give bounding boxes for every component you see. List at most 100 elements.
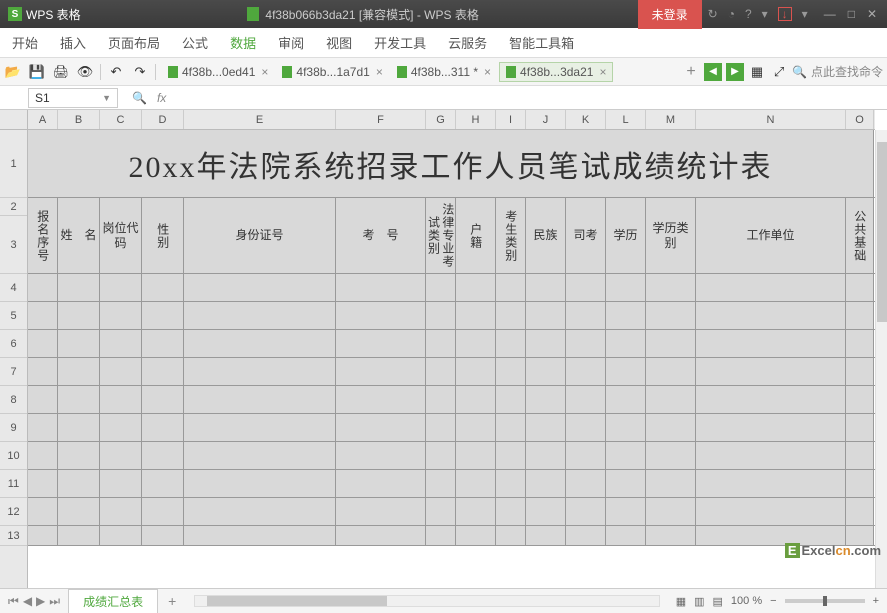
cell[interactable]: [526, 414, 566, 441]
row-header-13[interactable]: 13: [0, 526, 27, 546]
cell[interactable]: [526, 330, 566, 357]
header-cell[interactable]: 民族: [526, 198, 566, 273]
cell[interactable]: [646, 386, 696, 413]
doc-tab[interactable]: 4f38b...3da21×: [499, 62, 613, 82]
cell[interactable]: [526, 442, 566, 469]
cell[interactable]: [606, 330, 646, 357]
cell[interactable]: [336, 330, 426, 357]
cell[interactable]: [426, 302, 456, 329]
doc-tab[interactable]: 4f38b...0ed41×: [162, 62, 274, 82]
menu-插入[interactable]: 插入: [60, 33, 86, 52]
vertical-scrollbar[interactable]: [875, 130, 887, 588]
cell[interactable]: [846, 302, 874, 329]
cell[interactable]: [526, 498, 566, 525]
cell[interactable]: [142, 358, 184, 385]
cell[interactable]: [336, 470, 426, 497]
cell[interactable]: [58, 498, 100, 525]
cell[interactable]: [28, 274, 58, 301]
expand-icon[interactable]: ⤢: [770, 63, 788, 81]
minimize-button[interactable]: —: [824, 7, 836, 21]
row-header-10[interactable]: 10: [0, 442, 27, 470]
cell[interactable]: [566, 442, 606, 469]
sheet-prev-icon[interactable]: ◀: [23, 594, 32, 609]
cell[interactable]: [100, 330, 142, 357]
cell[interactable]: [184, 526, 336, 545]
col-header-M[interactable]: M: [646, 110, 696, 129]
view-normal-icon[interactable]: ▦: [676, 595, 686, 608]
cell[interactable]: [142, 414, 184, 441]
cell[interactable]: [846, 498, 874, 525]
undo-icon[interactable]: ↶: [107, 63, 125, 81]
close-tab-icon[interactable]: ×: [484, 65, 491, 79]
cell[interactable]: [184, 274, 336, 301]
cell[interactable]: [28, 498, 58, 525]
row-header-4[interactable]: 4: [0, 274, 27, 302]
cell[interactable]: [846, 274, 874, 301]
redo-icon[interactable]: ↷: [131, 63, 149, 81]
cell[interactable]: [100, 358, 142, 385]
cell[interactable]: [184, 414, 336, 441]
col-header-H[interactable]: H: [456, 110, 496, 129]
menu-开始[interactable]: 开始: [12, 33, 38, 52]
header-cell[interactable]: 性别: [142, 198, 184, 273]
view-page-icon[interactable]: ▥: [694, 595, 704, 608]
cell[interactable]: [646, 470, 696, 497]
cell[interactable]: [646, 498, 696, 525]
add-tab-button[interactable]: +: [682, 63, 700, 81]
cell[interactable]: [142, 470, 184, 497]
cell[interactable]: [606, 274, 646, 301]
header-cell[interactable]: 报名序号: [28, 198, 58, 273]
row-header-6[interactable]: 6: [0, 330, 27, 358]
cell[interactable]: [846, 386, 874, 413]
cell[interactable]: [28, 358, 58, 385]
header-cell[interactable]: 户籍: [456, 198, 496, 273]
row-header-1[interactable]: 1: [0, 130, 27, 198]
cell[interactable]: [646, 414, 696, 441]
cell[interactable]: [696, 274, 846, 301]
cell[interactable]: [184, 330, 336, 357]
cell[interactable]: [526, 358, 566, 385]
col-header-G[interactable]: G: [426, 110, 456, 129]
close-tab-icon[interactable]: ×: [599, 65, 606, 79]
cell[interactable]: [58, 526, 100, 545]
cell[interactable]: [100, 526, 142, 545]
header-cell[interactable]: 法律专业考试类别: [426, 198, 456, 273]
cell[interactable]: [496, 442, 526, 469]
view-break-icon[interactable]: ▤: [713, 595, 723, 608]
cell[interactable]: [606, 498, 646, 525]
menu-云服务[interactable]: 云服务: [448, 33, 487, 52]
print-icon[interactable]: 🖨: [52, 63, 70, 81]
cell[interactable]: [496, 386, 526, 413]
cell[interactable]: [526, 274, 566, 301]
cell[interactable]: [606, 526, 646, 545]
cell[interactable]: [142, 526, 184, 545]
cell[interactable]: [646, 442, 696, 469]
col-header-A[interactable]: A: [28, 110, 58, 129]
cell[interactable]: [100, 414, 142, 441]
cell[interactable]: [696, 358, 846, 385]
cell[interactable]: [28, 330, 58, 357]
cell[interactable]: [606, 358, 646, 385]
cell[interactable]: [646, 358, 696, 385]
cell[interactable]: [566, 414, 606, 441]
cell[interactable]: [426, 414, 456, 441]
cell[interactable]: [496, 414, 526, 441]
login-button[interactable]: 未登录: [638, 0, 702, 29]
cell[interactable]: [100, 498, 142, 525]
cell[interactable]: [496, 358, 526, 385]
cell[interactable]: [696, 442, 846, 469]
cell[interactable]: [566, 330, 606, 357]
cell[interactable]: [696, 414, 846, 441]
row-header-2[interactable]: 2: [0, 198, 27, 216]
close-tab-icon[interactable]: ×: [261, 65, 268, 79]
cell[interactable]: [566, 274, 606, 301]
cell[interactable]: [58, 302, 100, 329]
fx-label[interactable]: fx: [157, 91, 166, 105]
grid-icon[interactable]: ▦: [748, 63, 766, 81]
cell[interactable]: [426, 386, 456, 413]
header-cell[interactable]: 考生类别: [496, 198, 526, 273]
help-icon[interactable]: ?: [745, 7, 752, 21]
row-header-9[interactable]: 9: [0, 414, 27, 442]
close-button[interactable]: ✕: [867, 7, 877, 21]
cell[interactable]: [566, 386, 606, 413]
